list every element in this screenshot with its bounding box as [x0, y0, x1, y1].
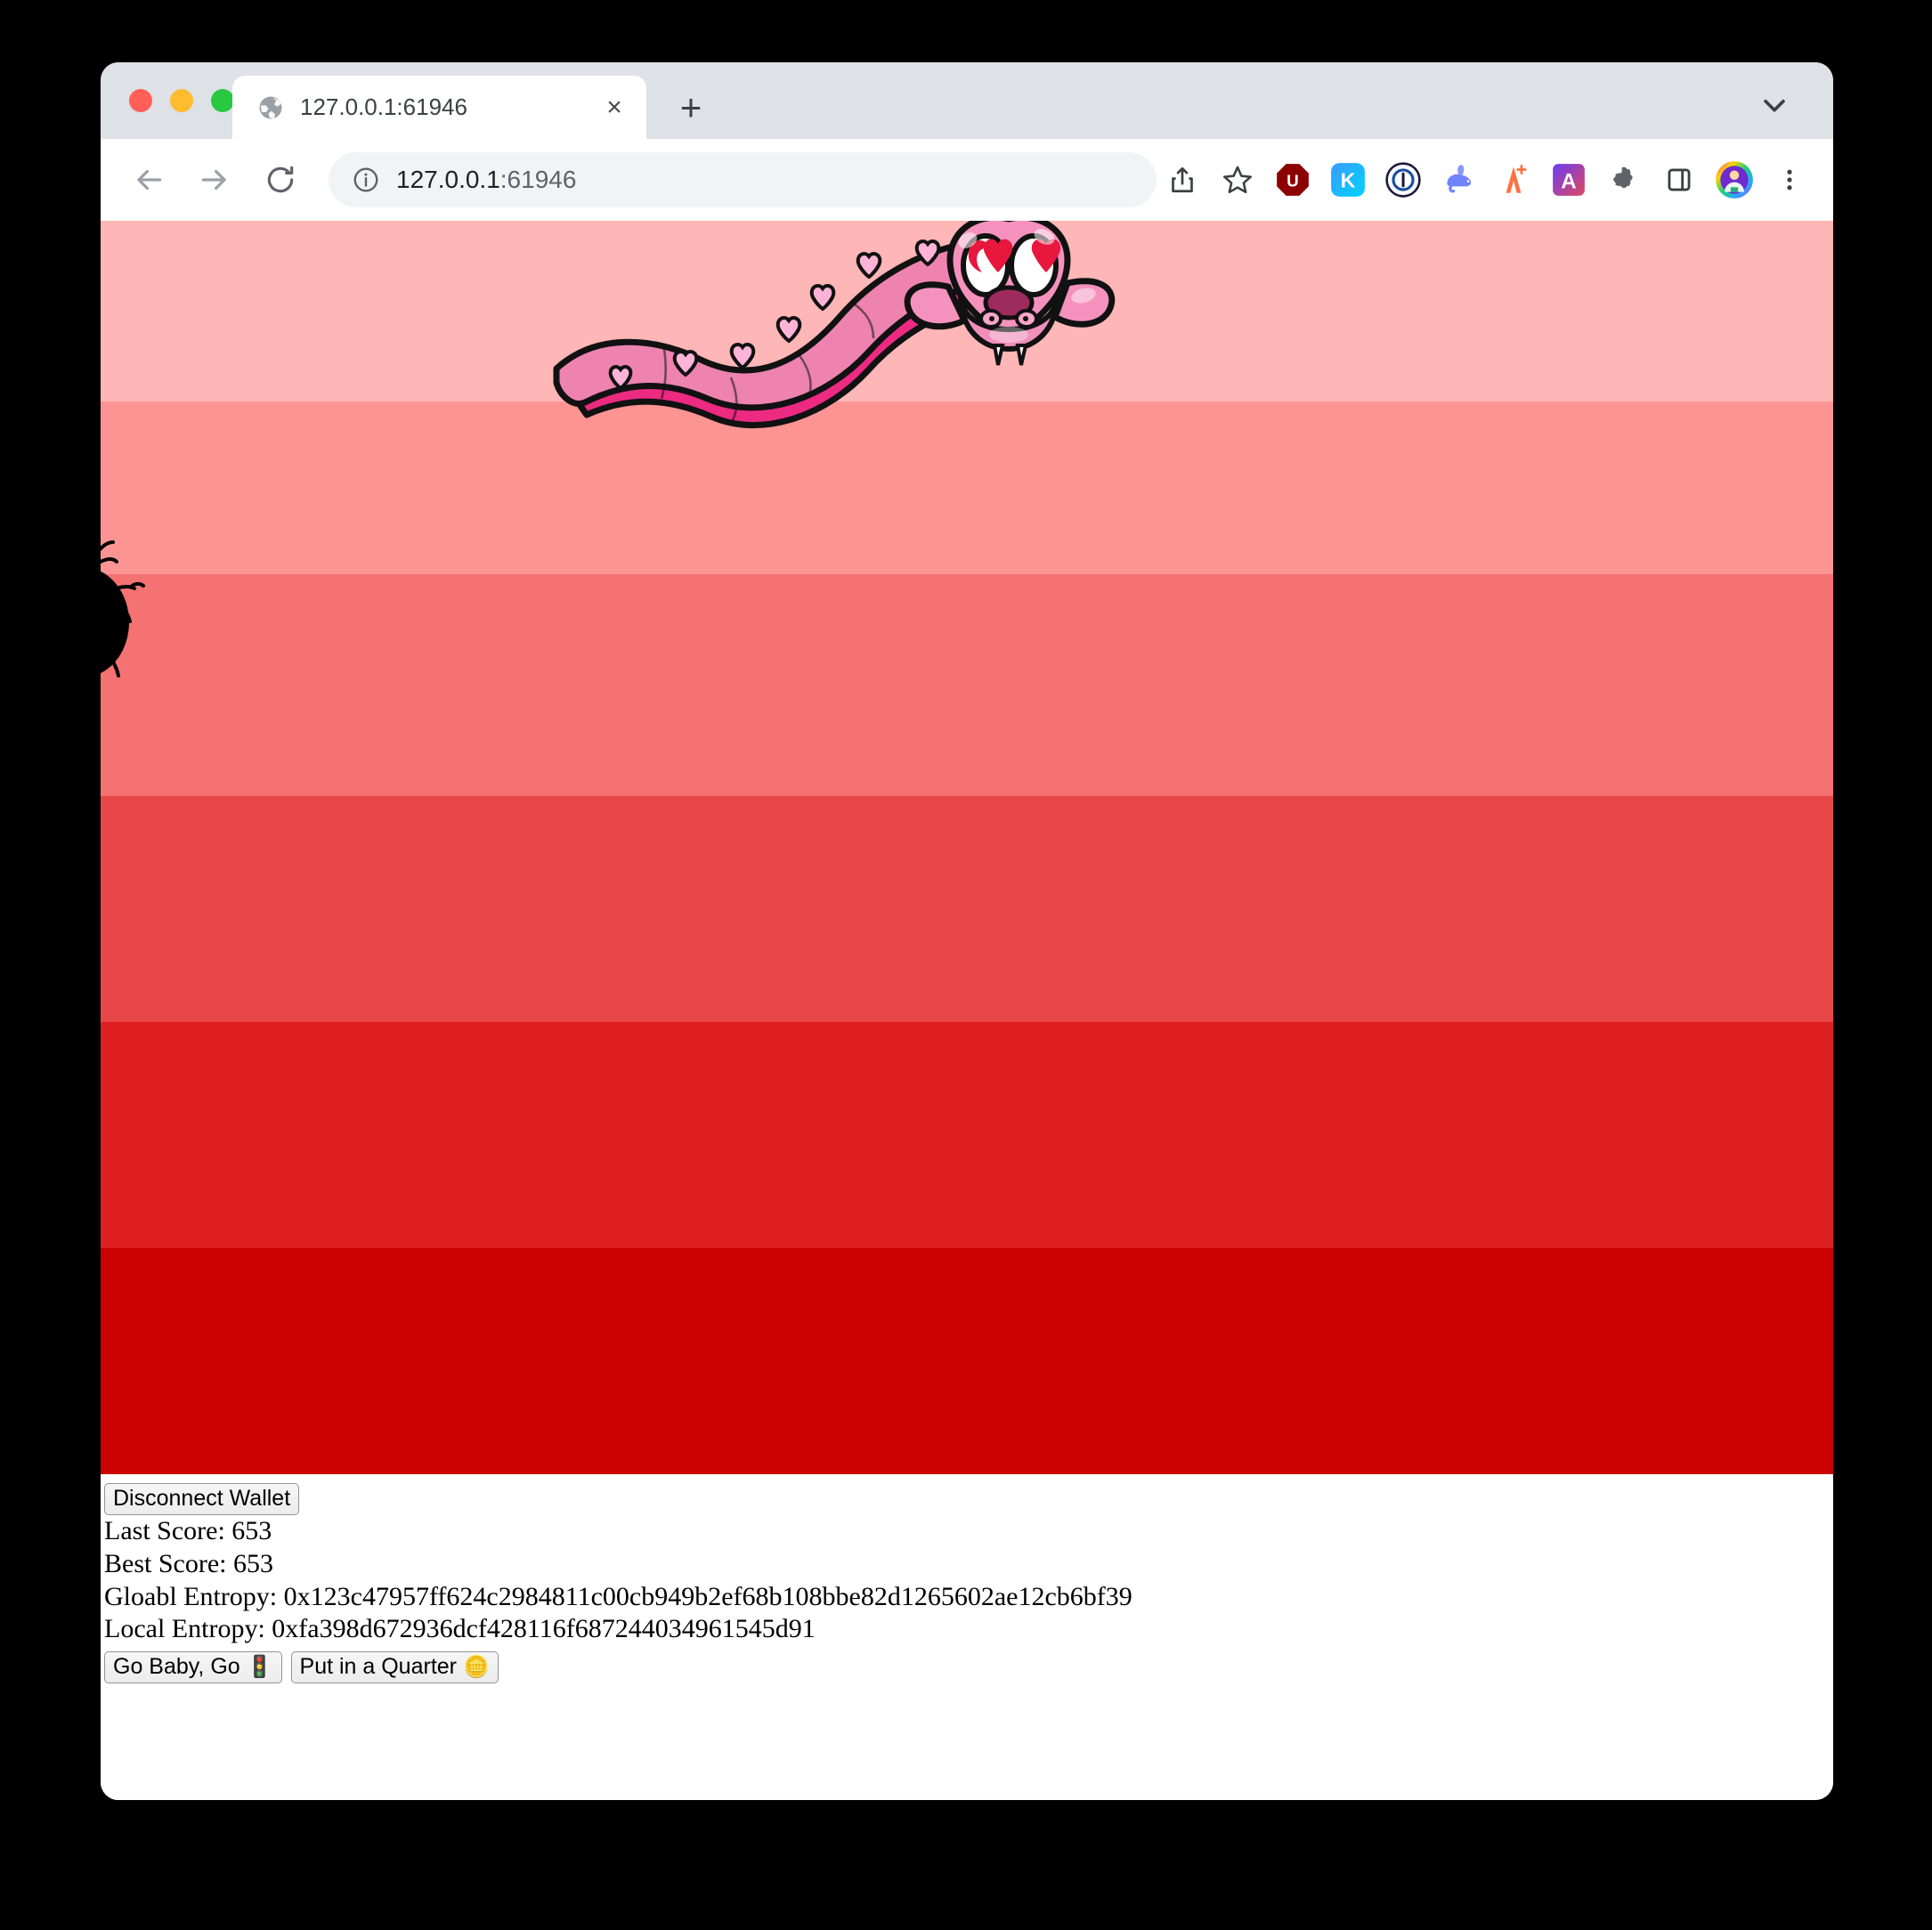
- spider-obstacle: [101, 540, 145, 677]
- game-controls-panel: Disconnect Wallet Last Score: 653 Best S…: [101, 1474, 1833, 1684]
- background-band-4: [101, 796, 1833, 1022]
- window-maximize-button[interactable]: [211, 89, 234, 112]
- go-baby-go-label: Go Baby, Go: [113, 1654, 240, 1680]
- tab-strip: 127.0.0.1:61946 × +: [101, 62, 1833, 139]
- ublock-origin-extension-icon[interactable]: U: [1267, 154, 1319, 206]
- aperture-extension-icon[interactable]: [1488, 154, 1539, 206]
- put-in-a-quarter-label: Put in a Quarter: [299, 1654, 457, 1680]
- close-icon[interactable]: ×: [597, 90, 632, 126]
- window-traffic-lights: [129, 89, 234, 112]
- extensions-puzzle-icon[interactable]: [1598, 154, 1650, 206]
- last-score-text: Last Score: 653: [104, 1515, 272, 1545]
- back-arrow-icon[interactable]: [124, 155, 174, 205]
- browser-toolbar: 127.0.0.1:61946 U K A: [101, 139, 1833, 221]
- bookmark-star-icon[interactable]: [1212, 154, 1263, 206]
- forward-arrow-icon[interactable]: [190, 155, 239, 205]
- window-close-button[interactable]: [129, 89, 152, 112]
- browser-tab[interactable]: 127.0.0.1:61946 ×: [232, 76, 646, 139]
- info-circle-icon[interactable]: [352, 166, 380, 194]
- new-tab-button[interactable]: +: [670, 87, 711, 128]
- browser-window: 127.0.0.1:61946 × + 127.0.0.1:61946 U K …: [101, 62, 1833, 1800]
- coin-icon: 🪙: [462, 1655, 490, 1680]
- background-band-3: [101, 574, 1833, 796]
- browser-menu-icon[interactable]: [1764, 154, 1815, 206]
- action-button-row: Go Baby, Go 🚦 Put in a Quarter 🪙: [104, 1651, 1833, 1684]
- argent-extension-icon[interactable]: A: [1543, 154, 1595, 206]
- background-band-6: [101, 1248, 1833, 1474]
- address-bar[interactable]: 127.0.0.1:61946: [329, 152, 1157, 207]
- svg-text:A: A: [1561, 169, 1576, 193]
- snake-game-canvas[interactable]: [101, 221, 1833, 1474]
- svg-text:K: K: [1341, 168, 1356, 191]
- rabby-wallet-extension-icon[interactable]: [1433, 154, 1484, 206]
- page-viewport: Disconnect Wallet Last Score: 653 Best S…: [101, 221, 1833, 1800]
- reload-icon[interactable]: [256, 155, 305, 205]
- global-entropy-text: Gloabl Entropy: 0x123c47957ff624c2984811…: [104, 1581, 1132, 1611]
- keplr-wallet-extension-icon[interactable]: K: [1322, 154, 1374, 206]
- best-score-text: Best Score: 653: [104, 1548, 273, 1578]
- svg-text:U: U: [1287, 172, 1299, 191]
- toolbar-actions: U K A: [1157, 154, 1833, 206]
- onepassword-extension-icon[interactable]: [1377, 154, 1429, 206]
- tab-title: 127.0.0.1:61946: [300, 93, 467, 120]
- profile-avatar-icon[interactable]: [1709, 154, 1760, 206]
- share-icon[interactable]: [1157, 154, 1208, 206]
- traffic-light-icon: 🚦: [246, 1655, 273, 1680]
- side-panel-icon[interactable]: [1653, 154, 1705, 206]
- go-baby-go-button[interactable]: Go Baby, Go 🚦: [104, 1651, 282, 1684]
- local-entropy-text: Local Entropy: 0xfa398d672936dcf428116f6…: [104, 1614, 816, 1644]
- globe-icon: [257, 94, 284, 121]
- chevron-down-icon[interactable]: [1755, 85, 1794, 125]
- put-in-a-quarter-button[interactable]: Put in a Quarter 🪙: [290, 1651, 499, 1684]
- address-bar-text: 127.0.0.1:61946: [396, 166, 576, 194]
- address-port: :61946: [499, 166, 577, 193]
- player-snake: [553, 221, 1116, 429]
- disconnect-wallet-button[interactable]: Disconnect Wallet: [104, 1483, 300, 1515]
- window-minimize-button[interactable]: [170, 89, 193, 112]
- address-host: 127.0.0.1: [396, 166, 500, 193]
- background-band-5: [101, 1022, 1833, 1248]
